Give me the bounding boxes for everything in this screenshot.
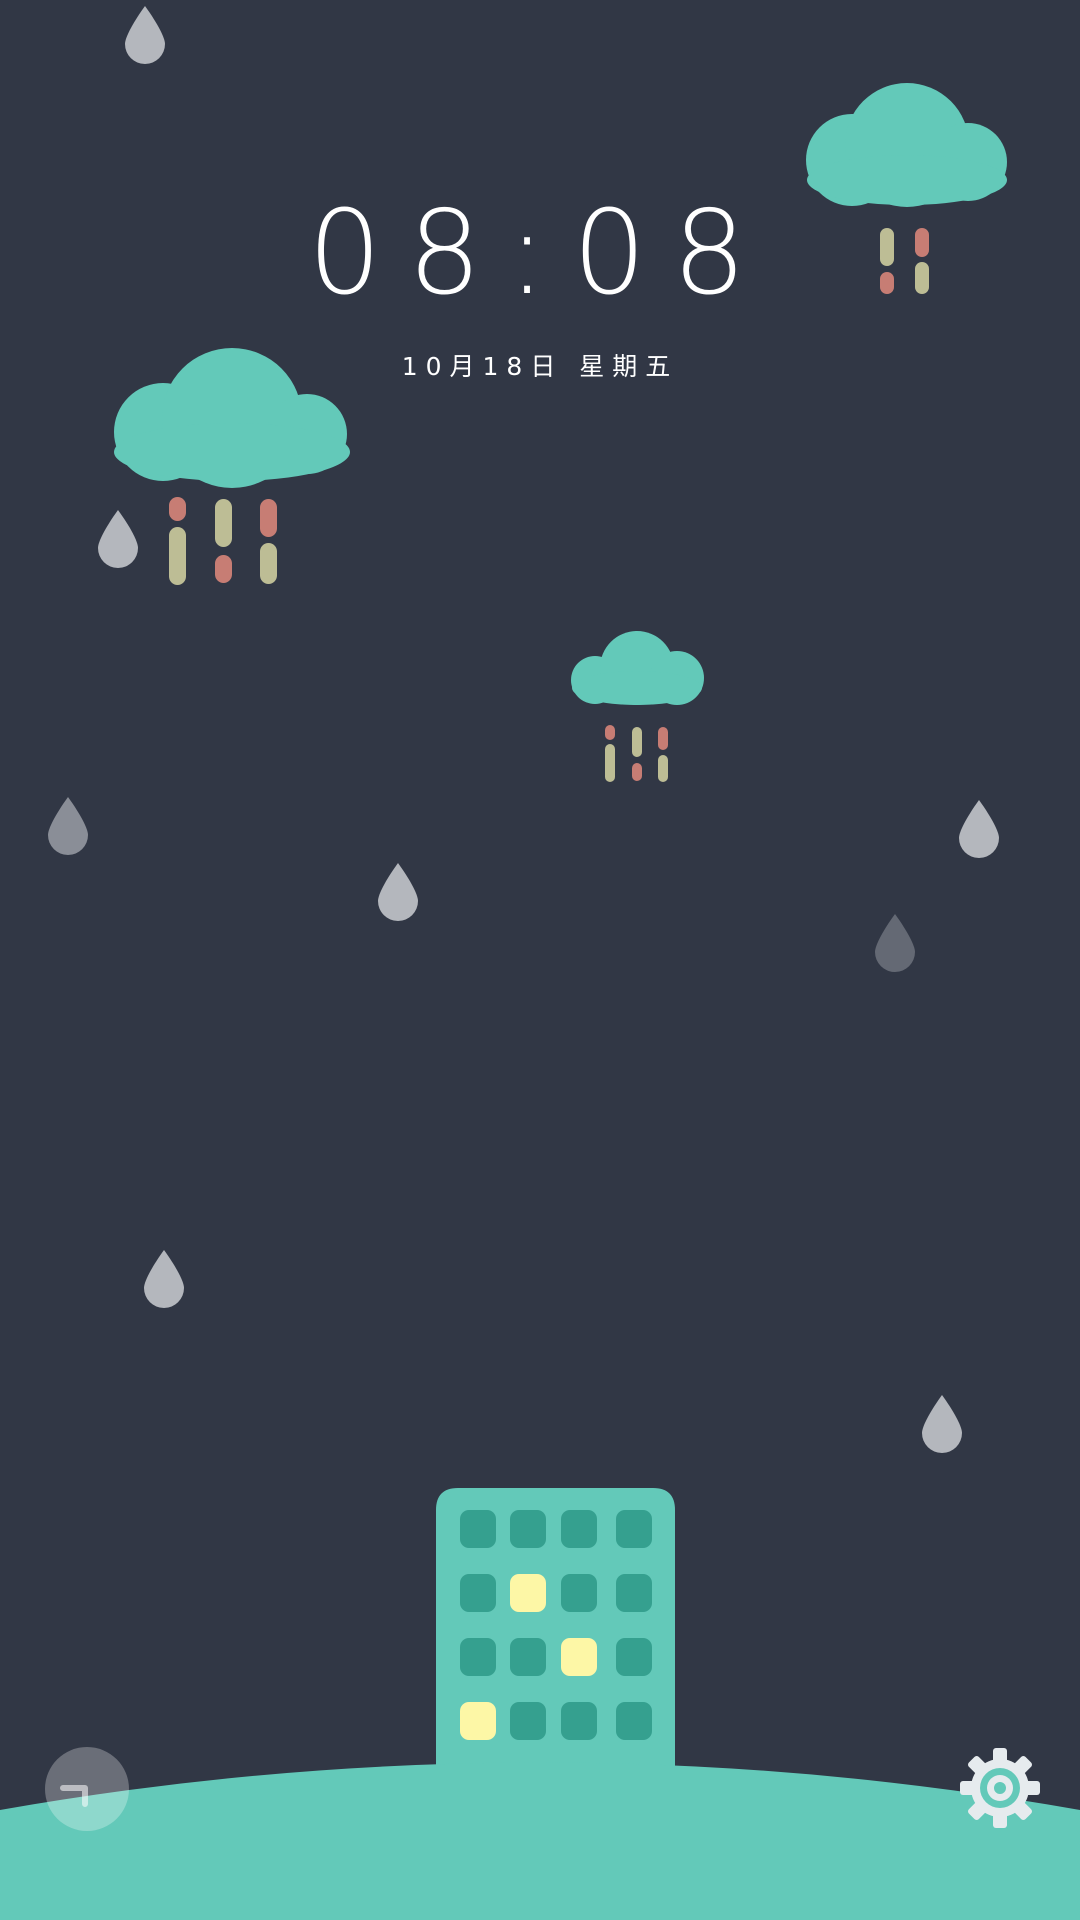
raindrop [48, 797, 88, 855]
lock-screen: 08:08 10月18日 星期五 [0, 0, 1080, 1920]
raindrop [875, 914, 915, 972]
raindrop [922, 1395, 962, 1453]
shortcut-button[interactable] [45, 1747, 129, 1831]
raindrop [144, 1250, 184, 1308]
settings-button[interactable] [958, 1746, 1042, 1830]
building [436, 1488, 675, 1784]
raindrop [125, 6, 165, 64]
lock-clock: 08:08 [307, 186, 773, 321]
raindrop [959, 800, 999, 858]
corner-icon [60, 1785, 88, 1807]
lock-date: 10月18日 星期五 [401, 352, 679, 381]
gear-icon [960, 1748, 1040, 1828]
rain-cloud-large [114, 348, 350, 585]
ground-hill [0, 1762, 1080, 1920]
raindrop [378, 863, 418, 921]
raindrop [98, 510, 138, 568]
rain-cloud-small [571, 631, 704, 782]
